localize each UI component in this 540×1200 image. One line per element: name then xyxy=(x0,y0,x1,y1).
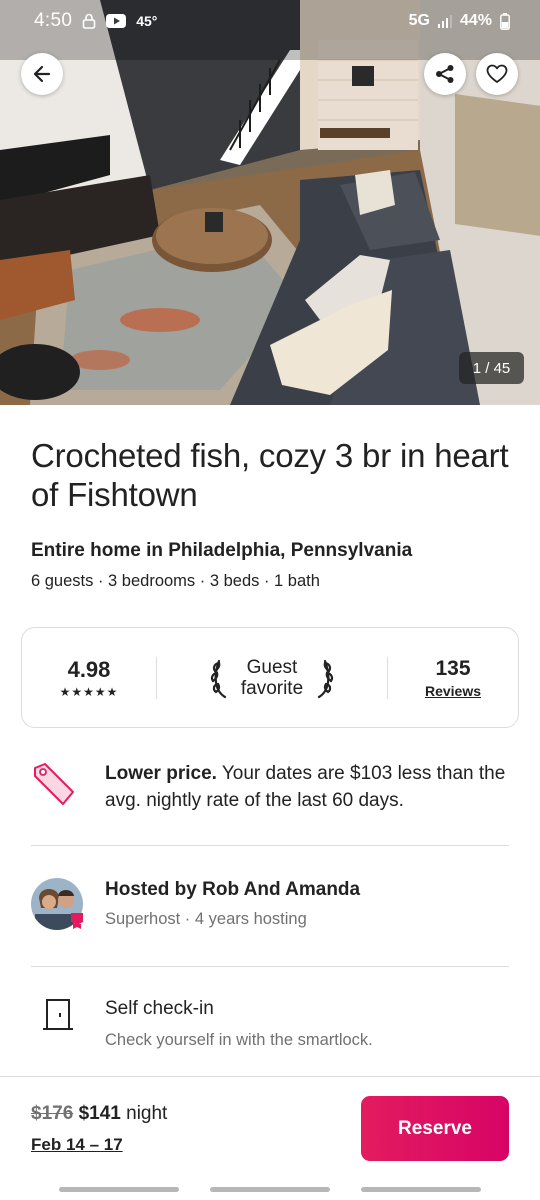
system-nav-bar xyxy=(0,1181,540,1200)
listing-subtitle: Entire home in Philadelphia, Pennsylvani… xyxy=(31,540,413,561)
badge-line-2: favorite xyxy=(240,677,304,699)
save-to-wishlist-button[interactable] xyxy=(476,53,518,95)
youtube-icon xyxy=(106,14,127,28)
section-divider xyxy=(31,845,509,846)
section-divider xyxy=(31,966,509,967)
original-price: $176 xyxy=(31,1103,74,1124)
share-button[interactable] xyxy=(424,53,466,95)
reserve-button[interactable]: Reserve xyxy=(361,1096,509,1161)
self-checkin-highlight: Self check-in Check yourself in with the… xyxy=(31,998,509,1050)
listing-details: Crocheted fish, cozy 3 br in heart of Fi… xyxy=(0,405,540,591)
host-section[interactable]: Hosted by Rob And Amanda Superhost · 4 y… xyxy=(31,878,509,930)
back-arrow-icon xyxy=(33,65,51,83)
status-bar: 4:50 45° 5G 44% xyxy=(0,0,540,42)
nav-recents[interactable] xyxy=(59,1187,179,1192)
status-battery-percent: 44% xyxy=(459,12,492,29)
price-tag-icon xyxy=(34,763,74,805)
highlight-title: Self check-in xyxy=(105,998,214,1019)
listing-photo[interactable]: 1 / 45 xyxy=(0,0,540,405)
review-count: 135 xyxy=(435,656,471,680)
status-network: 5G xyxy=(408,12,430,29)
host-details: Superhost · 4 years hosting xyxy=(105,910,307,928)
photo-counter: 1 / 45 xyxy=(459,352,524,384)
price-notice: Lower price. Your dates are $103 less th… xyxy=(31,760,509,814)
badge-line-1: Guest xyxy=(246,656,298,678)
rating-score: 4.98 xyxy=(67,656,111,682)
battery-icon xyxy=(500,12,510,30)
host-name: Hosted by Rob And Amanda xyxy=(105,879,361,900)
price-notice-heading: Lower price. xyxy=(105,763,217,784)
highlight-text: Check yourself in with the smartlock. xyxy=(105,1031,373,1049)
nav-back[interactable] xyxy=(361,1187,481,1192)
rating-card[interactable]: 4.98 ★★★★★ Guest favorite 135 Reviews xyxy=(21,627,519,728)
listing-title: Crocheted fish, cozy 3 br in heart of Fi… xyxy=(31,437,509,513)
share-icon xyxy=(436,65,454,83)
laurel-right-icon xyxy=(318,659,334,698)
date-range-link[interactable]: Feb 14 – 17 xyxy=(31,1135,123,1155)
back-button[interactable] xyxy=(21,53,63,95)
booking-footer: $176 $141 night Feb 14 – 17 Reserve xyxy=(0,1076,540,1181)
reviews-link[interactable]: Reviews xyxy=(388,683,518,699)
nightly-price: $176 $141 night xyxy=(31,1103,167,1125)
status-time: 4:50 xyxy=(34,10,73,31)
guest-favorite-badge: Guest favorite xyxy=(157,657,387,699)
price-unit: night xyxy=(126,1103,168,1124)
nav-home[interactable] xyxy=(210,1187,330,1192)
heart-icon xyxy=(486,64,508,83)
door-icon xyxy=(43,999,73,1030)
reviews-summary[interactable]: 135 Reviews xyxy=(388,657,518,699)
rating-summary: 4.98 ★★★★★ xyxy=(22,657,156,699)
discounted-price: $141 xyxy=(78,1103,121,1124)
listing-specs: 6 guests · 3 bedrooms · 3 beds · 1 bath xyxy=(31,572,320,590)
laurel-left-icon xyxy=(210,659,226,698)
status-temperature: 45° xyxy=(136,13,158,29)
signal-icon xyxy=(437,14,452,28)
rating-stars: ★★★★★ xyxy=(59,684,119,699)
lock-icon xyxy=(82,13,96,29)
superhost-badge-icon xyxy=(71,913,83,929)
